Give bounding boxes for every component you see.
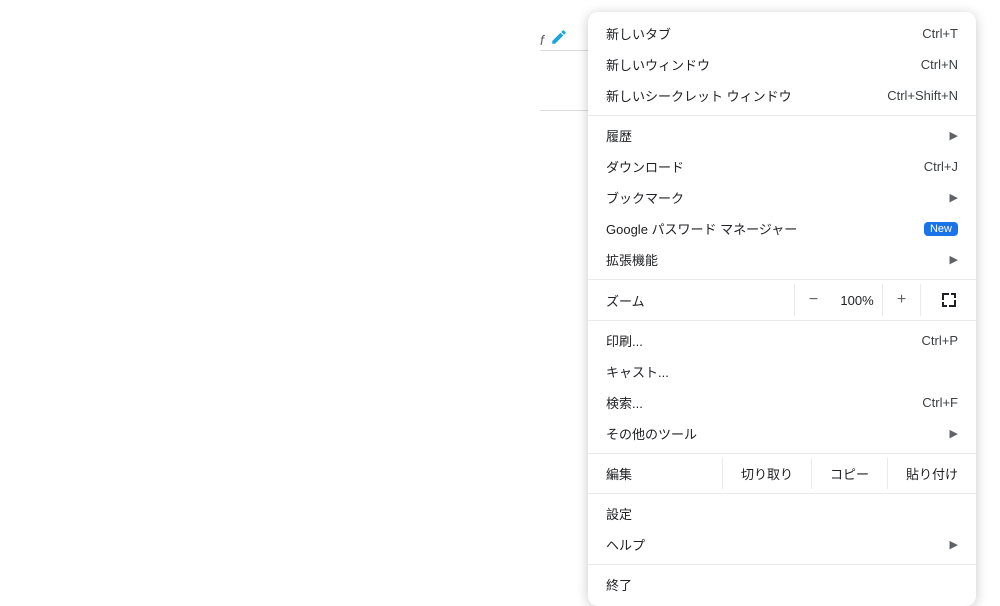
zoom-out-button[interactable]: −: [794, 284, 832, 316]
menu-item-label: ヘルプ: [606, 535, 950, 554]
menu-item-label: ダウンロード: [606, 157, 924, 176]
menu-item-password-manager[interactable]: Google パスワード マネージャー New: [588, 213, 976, 244]
fullscreen-button[interactable]: [920, 284, 976, 316]
menu-item-label: 履歴: [606, 126, 950, 145]
chevron-right-icon: ▶: [950, 538, 958, 551]
chevron-right-icon: ▶: [950, 427, 958, 440]
menu-item-shortcut: Ctrl+P: [922, 333, 958, 348]
menu-item-help[interactable]: ヘルプ ▶: [588, 529, 976, 560]
menu-item-history[interactable]: 履歴 ▶: [588, 120, 976, 151]
menu-item-extensions[interactable]: 拡張機能 ▶: [588, 244, 976, 275]
zoom-value: 100%: [832, 293, 882, 308]
menu-separator: [588, 279, 976, 280]
menu-item-label: 終了: [606, 575, 958, 594]
menu-item-label: その他のツール: [606, 424, 950, 443]
menu-item-label: Google パスワード マネージャー: [606, 219, 924, 238]
fullscreen-icon: [942, 293, 956, 307]
menu-item-find[interactable]: 検索... Ctrl+F: [588, 387, 976, 418]
chrome-app-menu: 新しいタブ Ctrl+T 新しいウィンドウ Ctrl+N 新しいシークレット ウ…: [588, 12, 976, 606]
menu-separator: [588, 493, 976, 494]
zoom-in-button[interactable]: +: [882, 284, 920, 316]
menu-item-new-window[interactable]: 新しいウィンドウ Ctrl+N: [588, 49, 976, 80]
menu-item-bookmarks[interactable]: ブックマーク ▶: [588, 182, 976, 213]
menu-item-label: ブックマーク: [606, 188, 950, 207]
menu-item-label: ズーム: [606, 291, 794, 310]
menu-separator: [588, 453, 976, 454]
chevron-right-icon: ▶: [950, 129, 958, 142]
menu-item-label: 新しいウィンドウ: [606, 55, 921, 74]
menu-item-cast[interactable]: キャスト...: [588, 356, 976, 387]
menu-item-shortcut: Ctrl+Shift+N: [887, 88, 958, 103]
edit-actions: 切り取り コピー 貼り付け: [722, 458, 976, 489]
menu-item-new-incognito[interactable]: 新しいシークレット ウィンドウ Ctrl+Shift+N: [588, 80, 976, 111]
menu-item-zoom: ズーム − 100% +: [588, 284, 976, 316]
background-toolbar-fragment: f: [540, 28, 568, 51]
menu-item-label: 検索...: [606, 393, 922, 412]
menu-separator: [588, 564, 976, 565]
menu-item-downloads[interactable]: ダウンロード Ctrl+J: [588, 151, 976, 182]
menu-item-print[interactable]: 印刷... Ctrl+P: [588, 325, 976, 356]
menu-item-shortcut: Ctrl+N: [921, 57, 958, 72]
menu-item-label: 編集: [606, 464, 722, 483]
edit-paste-button[interactable]: 貼り付け: [887, 458, 976, 489]
edit-cut-button[interactable]: 切り取り: [722, 458, 811, 489]
menu-item-exit[interactable]: 終了: [588, 569, 976, 600]
menu-item-shortcut: Ctrl+J: [924, 159, 958, 174]
menu-item-label: キャスト...: [606, 362, 958, 381]
menu-item-label: 新しいタブ: [606, 24, 922, 43]
menu-item-label: 印刷...: [606, 331, 922, 350]
new-badge: New: [924, 222, 958, 236]
menu-separator: [588, 320, 976, 321]
menu-item-shortcut: Ctrl+F: [922, 395, 958, 410]
menu-item-edit: 編集 切り取り コピー 貼り付け: [588, 458, 976, 489]
menu-item-settings[interactable]: 設定: [588, 498, 976, 529]
zoom-controls: − 100% +: [794, 284, 976, 316]
menu-item-label: 新しいシークレット ウィンドウ: [606, 86, 887, 105]
chevron-right-icon: ▶: [950, 191, 958, 204]
menu-item-new-tab[interactable]: 新しいタブ Ctrl+T: [588, 18, 976, 49]
pen-icon: [550, 28, 568, 51]
menu-separator: [588, 115, 976, 116]
chevron-right-icon: ▶: [950, 253, 958, 266]
italic-f-glyph: f: [540, 32, 544, 48]
menu-item-label: 拡張機能: [606, 250, 950, 269]
menu-item-more-tools[interactable]: その他のツール ▶: [588, 418, 976, 449]
menu-item-shortcut: Ctrl+T: [922, 26, 958, 41]
menu-item-label: 設定: [606, 504, 958, 523]
edit-copy-button[interactable]: コピー: [811, 458, 887, 489]
